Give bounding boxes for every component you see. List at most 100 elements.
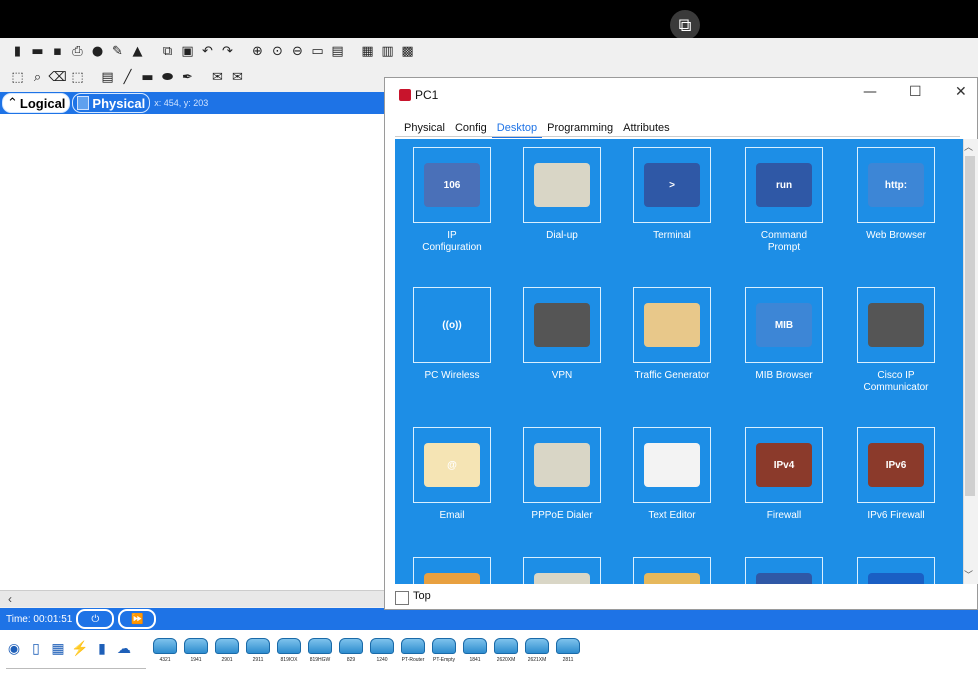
app-traffic-generator[interactable]: Traffic Generator [617, 287, 727, 382]
fast-forward-button[interactable]: ⏩ [118, 609, 157, 629]
logical-workspace-button[interactable]: ⌃ Logical [2, 93, 71, 113]
app-tile[interactable] [857, 557, 935, 584]
resize-icon[interactable]: ⬚ [70, 70, 85, 85]
tab-attributes[interactable]: Attributes [618, 120, 674, 136]
power-cycle-button[interactable]: ⏻ [76, 609, 115, 629]
app-pppoe-dialer[interactable]: PPPoE Dialer [507, 427, 617, 522]
app-tile[interactable] [633, 557, 711, 584]
app-mib-browser[interactable]: MIB MIB Browser [729, 287, 839, 382]
tab-programming[interactable]: Programming [542, 120, 618, 136]
info-icon[interactable]: ● [90, 44, 105, 59]
app-text-editor[interactable]: Text Editor [617, 427, 727, 522]
select-icon[interactable]: ⬚ [10, 70, 25, 85]
app-pc-wireless[interactable]: ((o)) PC Wireless [397, 287, 507, 382]
app-tile[interactable] [633, 427, 711, 503]
app-terminal[interactable]: > Terminal [617, 147, 727, 242]
ellipse-icon[interactable]: ⬬ [160, 70, 175, 85]
device-1941[interactable]: 1941 [183, 638, 209, 663]
app-item-16[interactable] [507, 557, 617, 584]
delete-icon[interactable]: ⌫ [48, 70, 66, 85]
device-1240[interactable]: 1240 [369, 638, 395, 663]
app-tile[interactable]: run [745, 147, 823, 223]
misc-icon[interactable]: ▮ [94, 640, 110, 656]
device-pt-empty[interactable]: PT-Empty [431, 638, 457, 663]
logical-workspace-canvas[interactable] [0, 114, 385, 590]
physical-workspace-button[interactable]: Physical [72, 93, 151, 113]
app-tile[interactable] [857, 287, 935, 363]
app-vpn[interactable]: VPN [507, 287, 617, 382]
popout-icon[interactable]: ⧉ [670, 10, 700, 40]
screenshot-icon[interactable]: ▩ [400, 44, 415, 59]
app-item-18[interactable]: > [729, 557, 839, 584]
app-tile[interactable]: 106 [413, 147, 491, 223]
palette-icon[interactable]: ▤ [330, 44, 345, 59]
connections-icon[interactable]: ⚡ [71, 640, 88, 656]
inspect-icon[interactable]: ⌕ [30, 70, 45, 85]
app-item-19[interactable] [841, 557, 951, 584]
tab-physical[interactable]: Physical [399, 120, 450, 136]
device-2911[interactable]: 2911 [245, 638, 271, 663]
device-2811[interactable]: 2811 [555, 638, 581, 663]
scrollbar-thumb[interactable] [965, 156, 975, 496]
app-web-browser[interactable]: http: Web Browser [841, 147, 951, 242]
end-devices-icon[interactable]: ▯ [28, 640, 44, 656]
app-tile[interactable]: > [745, 557, 823, 584]
scroll-left-icon[interactable]: ‹ [8, 592, 12, 606]
new-file-icon[interactable]: ▮ [10, 44, 25, 59]
app-tile[interactable]: IPv6 [857, 427, 935, 503]
app-tile[interactable]: @ [413, 427, 491, 503]
undo-icon[interactable]: ↶ [200, 44, 215, 59]
print-icon[interactable]: ⎙ [70, 44, 85, 59]
app-ipv6-firewall[interactable]: IPv6 IPv6 Firewall [841, 427, 951, 522]
app-item-15[interactable] [397, 557, 507, 584]
copy-icon[interactable]: ⧉ [160, 44, 175, 59]
notes-icon[interactable]: ▦ [360, 44, 375, 59]
line-icon[interactable]: ╱ [120, 70, 135, 85]
rectangle-icon[interactable]: ▬ [140, 70, 155, 85]
app-item-17[interactable] [617, 557, 727, 584]
horizontal-scrollbar[interactable] [0, 590, 385, 607]
app-tile[interactable] [413, 557, 491, 584]
components-icon[interactable]: ▦ [50, 640, 66, 656]
custom-icon[interactable]: ▥ [380, 44, 395, 59]
app-tile[interactable]: http: [857, 147, 935, 223]
scroll-up-icon[interactable]: ︿ [964, 140, 973, 153]
app-command-prompt[interactable]: run Command Prompt [729, 147, 839, 254]
close-icon[interactable]: ✕ [955, 84, 967, 100]
scroll-down-icon[interactable]: ﹀ [964, 568, 973, 581]
multiuser-icon[interactable]: ☁ [116, 640, 132, 656]
maximize-icon[interactable]: ☐ [909, 84, 922, 100]
app-firewall[interactable]: IPv4 Firewall [729, 427, 839, 522]
paste-icon[interactable]: ▣ [180, 44, 195, 59]
freeform-icon[interactable]: ✒ [180, 70, 195, 85]
window-title-bar[interactable]: PC1 — ☐ ✕ [385, 78, 977, 112]
app-tile[interactable] [523, 427, 601, 503]
app-tile[interactable] [633, 287, 711, 363]
device-819hgw[interactable]: 819HGW [307, 638, 333, 663]
activity-wizard-icon[interactable]: ✎ [110, 44, 125, 59]
device-829[interactable]: 829 [338, 638, 364, 663]
note-icon[interactable]: ▤ [100, 70, 115, 85]
device-2901[interactable]: 2901 [214, 638, 240, 663]
add-pdu-icon[interactable]: ✉ [210, 70, 225, 85]
zoom-out-icon[interactable]: ⊖ [290, 44, 305, 59]
app-tile[interactable]: > [633, 147, 711, 223]
top-checkbox[interactable] [395, 591, 409, 605]
device-819iox[interactable]: 819IOX [276, 638, 302, 663]
custom-device-icon[interactable]: ▲ [130, 44, 145, 59]
zoom-in-icon[interactable]: ⊕ [250, 44, 265, 59]
app-dial-up[interactable]: Dial-up [507, 147, 617, 242]
save-icon[interactable]: ▪ [50, 44, 65, 59]
app-tile[interactable]: IPv4 [745, 427, 823, 503]
tab-config[interactable]: Config [450, 120, 492, 136]
app-cisco-ip-communicator[interactable]: Cisco IP Communicator [841, 287, 951, 394]
app-tile[interactable]: MIB [745, 287, 823, 363]
minimize-icon[interactable]: — [863, 84, 877, 100]
device-pt-router[interactable]: PT-Router [400, 638, 426, 663]
device-2620xm[interactable]: 2620XM [493, 638, 519, 663]
app-tile[interactable] [523, 287, 601, 363]
device-4321[interactable]: 4321 [152, 638, 178, 663]
app-ip-configuration[interactable]: 106 IP Configuration [397, 147, 507, 254]
complex-pdu-icon[interactable]: ✉ [230, 70, 245, 85]
drawing-rect-icon[interactable]: ▭ [310, 44, 325, 59]
